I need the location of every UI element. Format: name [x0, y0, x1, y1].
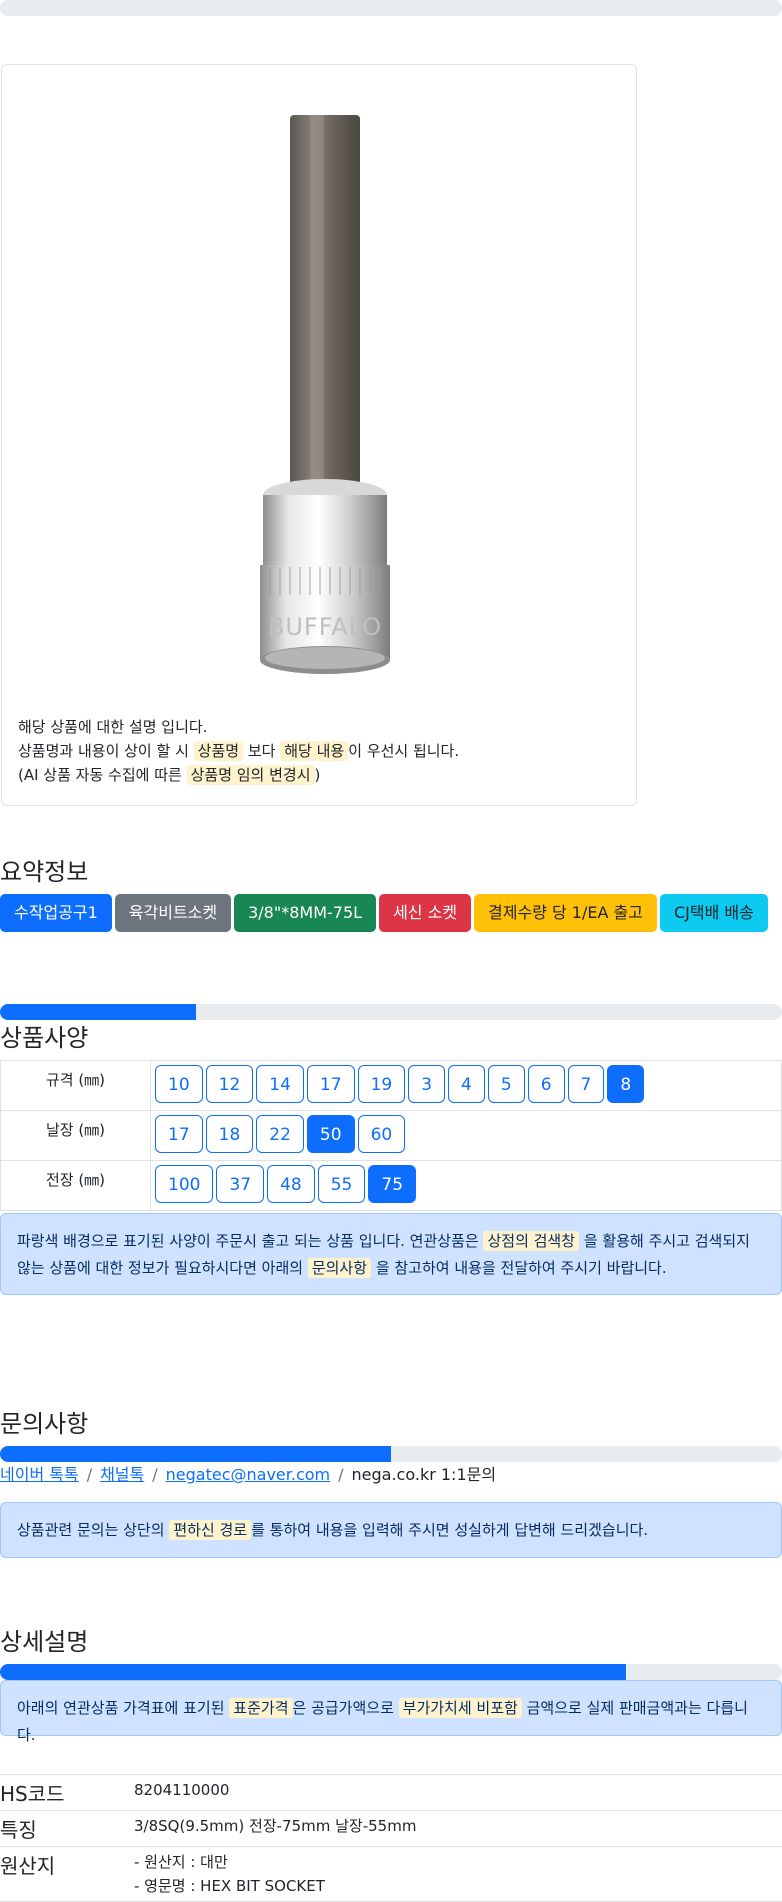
- product-image: BUFFALO: [260, 115, 390, 674]
- option-chip[interactable]: 48: [267, 1165, 315, 1203]
- spec-row-size: 규격 (㎜) 10 12 14 17 19 3 4 5 6 7 8: [0, 1060, 782, 1111]
- feature-key: 특징: [0, 1810, 134, 1847]
- option-chip-selected[interactable]: 8: [607, 1065, 645, 1103]
- option-chip[interactable]: 6: [527, 1065, 565, 1103]
- hs-code-value: 8204110000: [134, 1774, 782, 1811]
- channel-talk-link[interactable]: 채널톡: [100, 1465, 144, 1484]
- option-chip-selected[interactable]: 75: [368, 1165, 417, 1203]
- option-chip[interactable]: 3: [408, 1065, 446, 1103]
- info-row-origin: 원산지 - 원산지 : 대만 - 영문명 : HEX BIT SOCKET: [0, 1846, 782, 1902]
- spec-values-length: 100 37 48 55 75: [150, 1160, 782, 1211]
- inquiry-links: 네이버 톡톡 / 채널톡 / negatec@naver.com / nega.co.kr …: [0, 1461, 496, 1485]
- option-chip[interactable]: 12: [205, 1065, 254, 1103]
- spec-row-length: 전장 (㎜) 100 37 48 55 75: [0, 1160, 782, 1211]
- spec-label-length: 전장 (㎜): [0, 1160, 151, 1211]
- feature-value: 3/8SQ(9.5mm) 전장-75mm 날장-55mm: [134, 1810, 782, 1847]
- hs-code-key: HS코드: [0, 1774, 134, 1811]
- highlight-name-change: 상품명 임의 변경시: [186, 765, 315, 785]
- option-chip[interactable]: 17: [155, 1115, 203, 1153]
- option-chip-selected[interactable]: 50: [306, 1115, 355, 1153]
- option-chip[interactable]: 14: [256, 1065, 304, 1103]
- english-name: - 영문명 : HEX BIT SOCKET: [134, 1877, 325, 1895]
- badge-shipping: CJ택배 배송: [659, 894, 768, 932]
- highlight-content: 해당 내용: [280, 741, 349, 761]
- desc-line-2: 상품명과 내용이 상이 할 시 상품명 보다 해당 내용 이 우선시 됩니다.: [18, 739, 459, 763]
- option-chip[interactable]: 19: [357, 1065, 406, 1103]
- option-chip[interactable]: 100: [155, 1165, 214, 1203]
- separator: /: [338, 1465, 344, 1484]
- inquiry-progress-fill: [0, 1446, 391, 1462]
- spec-row-blade: 날장 (㎜) 17 18 22 50 60: [0, 1110, 782, 1161]
- inquiry-title: 문의사항: [0, 1410, 89, 1438]
- origin-value: - 원산지 : 대만 - 영문명 : HEX BIT SOCKET: [134, 1846, 782, 1902]
- desc-line-3: (AI 상품 자동 수집에 따른 상품명 임의 변경시): [18, 763, 459, 787]
- detail-title: 상세설명: [0, 1628, 89, 1656]
- badge-type: 육각비트소켓: [114, 894, 232, 932]
- option-chip[interactable]: 37: [216, 1165, 265, 1203]
- notice-text: 을 참고하여 내용을 전달하여 주시기 바랍니다.: [375, 1259, 667, 1277]
- desc-text: 이 우선시 됩니다.: [348, 742, 460, 760]
- top-divider-bar: [0, 0, 782, 16]
- notice-text: 은 공급가액으로: [292, 1699, 394, 1717]
- badge-quantity: 결제수량 당 1/EA 출고: [474, 894, 657, 932]
- desc-text: 상품명과 내용이 상이 할 시: [18, 742, 189, 760]
- notice-text: 상품관련 문의는 상단의: [17, 1521, 165, 1539]
- highlight-search-box: 상점의 검색창: [483, 1231, 580, 1251]
- spec-table: 규격 (㎜) 10 12 14 17 19 3 4 5 6 7 8 날장 (㎜) 17 18 22 50 6…: [0, 1060, 782, 1211]
- info-row-feature: 특징 3/8SQ(9.5mm) 전장-75mm 날장-55mm: [0, 1810, 782, 1847]
- detail-progress-bar: [0, 1664, 782, 1680]
- origin-country: - 원산지 : 대만: [134, 1853, 228, 1871]
- badge-category: 수작업공구1: [0, 894, 112, 932]
- detail-notice: 아래의 연관상품 가격표에 표기된 표준가격 은 공급가액으로 부가가치세 비포함…: [0, 1680, 782, 1744]
- spec-notice: 파랑색 배경으로 표기된 사양이 주문시 출고 되는 상품 입니다. 연관상품은…: [0, 1213, 782, 1295]
- summary-title: 요약정보: [0, 858, 89, 886]
- email-link[interactable]: negatec@naver.com: [166, 1465, 330, 1484]
- notice-text: 를 통하여 내용을 입력해 주시면 성실하게 답변해 드리겠습니다.: [251, 1521, 649, 1539]
- option-chip[interactable]: 18: [205, 1115, 254, 1153]
- notice-text: 파랑색 배경으로 표기된 사양이 주문시 출고 되는 상품 입니다. 연관상품은: [17, 1232, 479, 1250]
- product-description: 해당 상품에 대한 설명 입니다. 상품명과 내용이 상이 할 시 상품명 보다…: [18, 715, 459, 787]
- badge-brand: 세신 소켓: [379, 894, 472, 932]
- separator: /: [86, 1465, 93, 1484]
- option-chip[interactable]: 10: [155, 1065, 203, 1103]
- desc-text: (AI 상품 자동 수집에 따른: [18, 766, 182, 784]
- naver-talk-link[interactable]: 네이버 톡톡: [0, 1465, 79, 1484]
- highlight-product-name: 상품명: [193, 741, 244, 761]
- inquiry-notice: 상품관련 문의는 상단의 편하신 경로 를 통하여 내용을 입력해 주시면 성실하…: [0, 1502, 782, 1558]
- option-chip[interactable]: 17: [306, 1065, 355, 1103]
- highlight-vat-excluded: 부가가치세 비포함: [398, 1698, 522, 1718]
- spec-values-size: 10 12 14 17 19 3 4 5 6 7 8: [150, 1060, 782, 1111]
- separator: /: [152, 1465, 158, 1484]
- desc-line-1: 해당 상품에 대한 설명 입니다.: [18, 718, 208, 736]
- desc-text: 보다: [247, 742, 276, 760]
- option-chip[interactable]: 5: [487, 1065, 525, 1103]
- notice-text: 아래의 연관상품 가격표에 표기된: [17, 1699, 225, 1717]
- product-engraving: BUFFALO: [268, 613, 382, 641]
- highlight-path: 편하신 경로: [169, 1520, 252, 1540]
- highlight-standard-price: 표준가격: [229, 1698, 293, 1718]
- highlight-inquiry: 문의사항: [307, 1258, 372, 1278]
- option-chip[interactable]: 60: [357, 1115, 406, 1153]
- spec-label-size: 규격 (㎜): [0, 1060, 151, 1111]
- option-chip[interactable]: 55: [317, 1165, 366, 1203]
- origin-key: 원산지: [0, 1846, 134, 1902]
- info-row-hs: HS코드 8204110000: [0, 1774, 782, 1811]
- desc-text: ): [314, 766, 321, 784]
- product-image-card: BUFFALO 해당 상품에 대한 설명 입니다. 상품명과 내용이 상이 할 …: [1, 64, 637, 806]
- inquiry-progress-bar: [0, 1446, 782, 1462]
- site-inquiry-text: nega.co.kr 1:1문의: [351, 1465, 497, 1484]
- badge-size: 3/8"*8MM-75L: [234, 894, 377, 932]
- product-info-table: HS코드 8204110000 특징 3/8SQ(9.5mm) 전장-75mm …: [0, 1774, 782, 1902]
- detail-progress-fill: [0, 1664, 626, 1680]
- option-chip[interactable]: 7: [567, 1065, 605, 1103]
- spec-title: 상품사양: [0, 1024, 89, 1052]
- option-chip[interactable]: 22: [256, 1115, 304, 1153]
- spec-values-blade: 17 18 22 50 60: [150, 1110, 782, 1161]
- option-chip[interactable]: 4: [448, 1065, 485, 1103]
- summary-badges: 수작업공구1 육각비트소켓 3/8"*8MM-75L 세신 소켓 결제수량 당 …: [0, 894, 768, 932]
- spec-progress-bar: [0, 1004, 782, 1020]
- spec-label-blade: 날장 (㎜): [0, 1110, 151, 1161]
